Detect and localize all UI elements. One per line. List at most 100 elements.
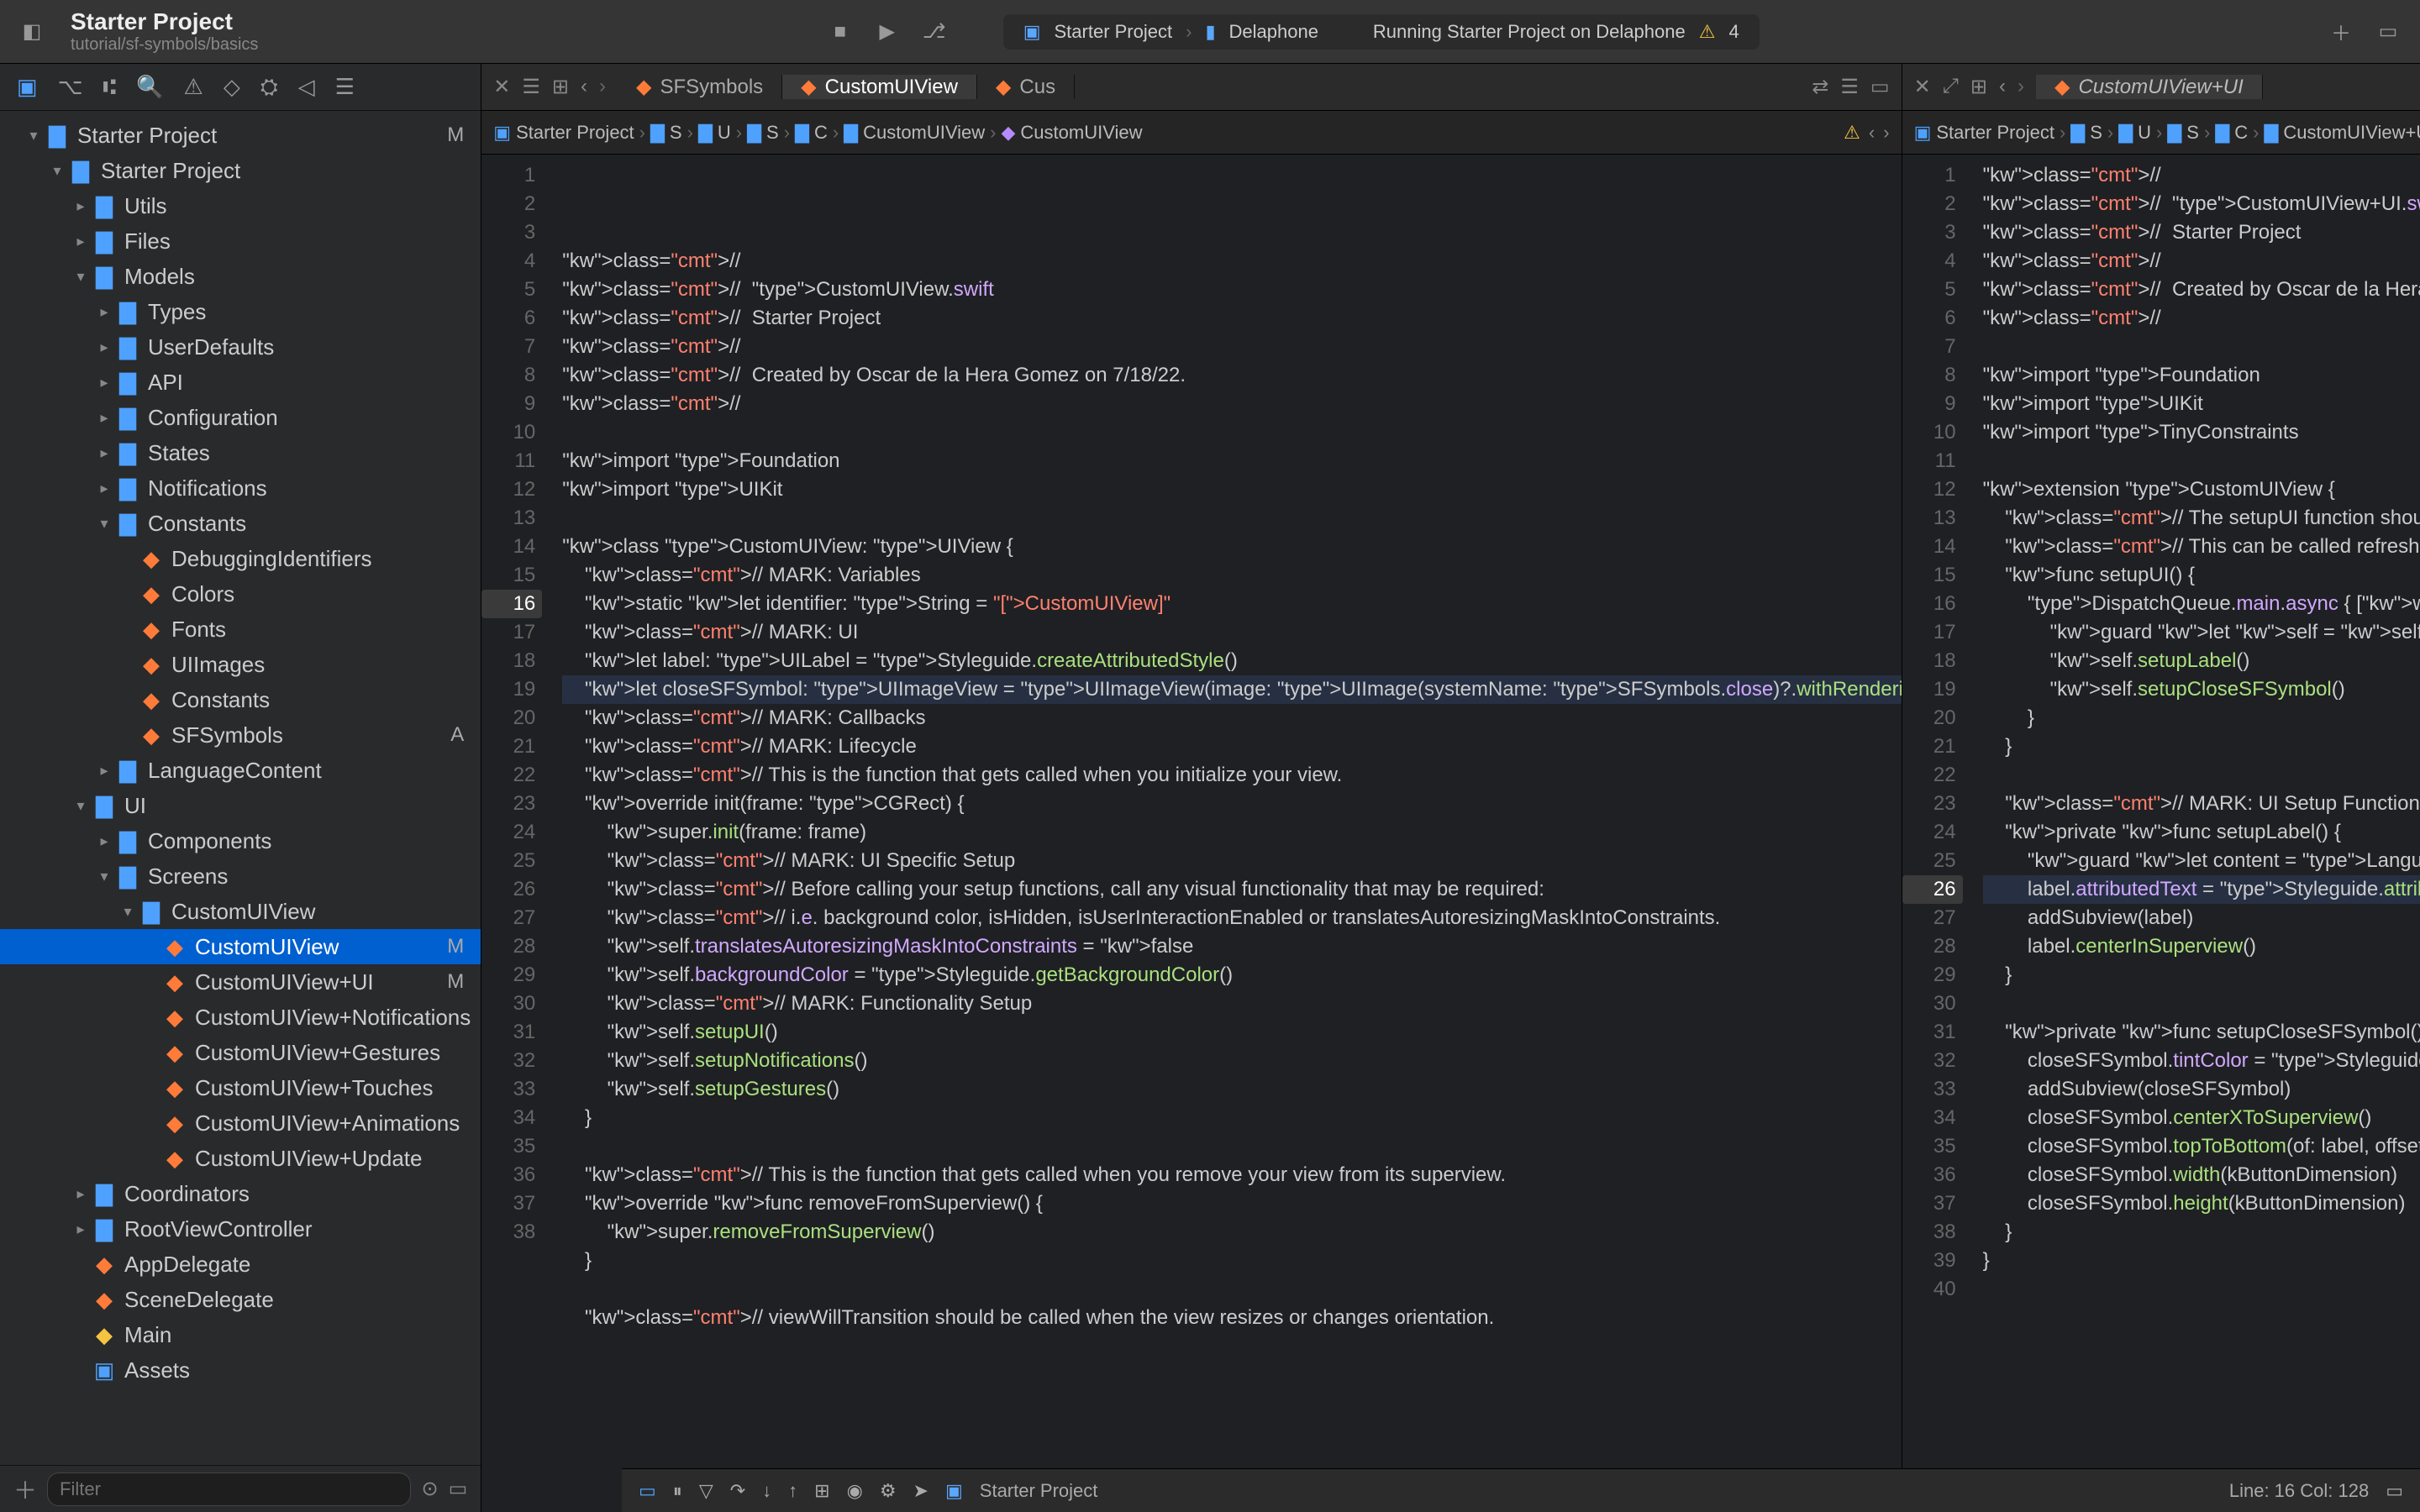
tree-item-api[interactable]: ▸▇API — [0, 365, 481, 400]
tree-item-constants[interactable]: ◆Constants — [0, 682, 481, 717]
code-line[interactable] — [1983, 447, 2420, 475]
code-line[interactable] — [1983, 761, 2420, 790]
line-number[interactable]: 40 — [1902, 1275, 1956, 1304]
code-line[interactable]: "kw">guard "kw">let content = "type">Lan… — [1983, 847, 2420, 875]
code-line[interactable]: "kw">class="cmt">// "type">CustomUIView.… — [562, 276, 1901, 304]
line-number[interactable]: 34 — [481, 1104, 535, 1132]
code-line[interactable]: "kw">class="cmt">// Created by Oscar de … — [562, 361, 1901, 390]
line-number[interactable]: 26 — [481, 875, 535, 904]
breadcrumb-segment[interactable]: ▇ S — [747, 122, 779, 144]
code-line[interactable]: "kw">class="cmt">// MARK: UI Setup Funct… — [1983, 790, 2420, 818]
breadcrumb-segment[interactable]: ▣ Starter Project — [493, 122, 634, 144]
chevron-icon[interactable]: ▾ — [47, 162, 67, 180]
filter-input[interactable] — [47, 1473, 411, 1506]
code-line[interactable] — [562, 418, 1901, 447]
line-number[interactable]: 36 — [1902, 1161, 1956, 1189]
tree-item-uiimages[interactable]: ◆UIImages — [0, 647, 481, 682]
line-number[interactable]: 23 — [1902, 790, 1956, 818]
line-number[interactable]: 37 — [481, 1189, 535, 1218]
nav-forward-icon[interactable]: › — [2018, 75, 2024, 99]
continue-icon[interactable]: ▽ — [699, 1480, 713, 1502]
code-line[interactable]: } — [562, 1247, 1901, 1275]
chevron-icon[interactable]: ▸ — [71, 233, 91, 250]
scm-filter-icon[interactable]: ▭ — [449, 1477, 468, 1501]
code-line[interactable]: "kw">class="cmt">// — [1983, 304, 2420, 333]
test-navigator-icon[interactable]: ◇ — [224, 74, 240, 100]
line-number[interactable]: 20 — [1902, 704, 1956, 732]
line-number[interactable]: 27 — [1902, 904, 1956, 932]
line-number[interactable]: 6 — [481, 304, 535, 333]
line-number[interactable]: 8 — [1902, 361, 1956, 390]
breadcrumb-segment[interactable]: ▇ U — [2118, 122, 2151, 144]
line-number[interactable]: 12 — [1902, 475, 1956, 504]
chevron-icon[interactable]: ▸ — [94, 444, 114, 462]
code-line[interactable]: "kw">class="cmt">// MARK: Callbacks — [562, 704, 1901, 732]
line-number[interactable]: 35 — [1902, 1132, 1956, 1161]
code-line[interactable]: "kw">class="cmt">// "type">CustomUIView+… — [1983, 190, 2420, 218]
tree-item-ui[interactable]: ▾▇UI — [0, 788, 481, 823]
line-number[interactable]: 29 — [1902, 961, 1956, 990]
memory-graph-icon[interactable]: ◉ — [847, 1480, 863, 1502]
nav-back-icon[interactable]: ‹ — [581, 75, 587, 99]
line-number[interactable]: 24 — [481, 818, 535, 847]
tab-cus[interactable]: ◆Cus — [977, 75, 1075, 99]
chevron-icon[interactable]: ▾ — [71, 268, 91, 286]
code-line[interactable]: "kw">class="cmt">// — [562, 333, 1901, 361]
code-line[interactable]: "kw">private "kw">func setupLabel() { — [1983, 818, 2420, 847]
chevron-icon[interactable]: ▾ — [94, 868, 114, 885]
code-line[interactable]: "kw">import "type">UIKit — [562, 475, 1901, 504]
line-number[interactable]: 35 — [481, 1132, 535, 1161]
breadcrumb-segment[interactable]: ▣ Starter Project — [1914, 122, 2054, 144]
code-line[interactable]: "kw">func setupUI() { — [1983, 561, 2420, 590]
report-navigator-icon[interactable]: ☰ — [335, 74, 355, 100]
breadcrumb-segment[interactable]: ▇ S — [2167, 122, 2199, 144]
tab-customuiview-ui[interactable]: ◆ CustomUIView+UI — [2036, 75, 2263, 99]
code-line[interactable]: "kw">class="cmt">// MARK: UI — [562, 618, 1901, 647]
code-line[interactable]: addSubview(label) — [1983, 904, 2420, 932]
nav-forward-icon[interactable]: › — [599, 75, 606, 99]
line-number[interactable]: 19 — [1902, 675, 1956, 704]
code-line[interactable] — [562, 1275, 1901, 1304]
swap-icon[interactable]: ⇄ — [1812, 75, 1828, 99]
line-number[interactable]: 16 — [481, 590, 542, 618]
adjust-editor-icon[interactable]: ▭ — [1870, 75, 1890, 99]
line-number[interactable]: 23 — [481, 790, 535, 818]
tree-item-sfsymbols[interactable]: ◆SFSymbolsA — [0, 717, 481, 753]
location-icon[interactable]: ➤ — [913, 1480, 929, 1502]
code-line[interactable] — [1983, 990, 2420, 1018]
code-line[interactable]: "kw">import "type">Foundation — [1983, 361, 2420, 390]
code-line[interactable]: label.centerInSuperview() — [1983, 932, 2420, 961]
line-number[interactable]: 32 — [481, 1047, 535, 1075]
code-line[interactable] — [562, 1132, 1901, 1161]
code-line[interactable]: closeSFSymbol.centerXToSuperview() — [1983, 1104, 2420, 1132]
grid-icon[interactable]: ⊞ — [1970, 75, 1987, 99]
code-line[interactable]: "kw">class="cmt">// MARK: Functionality … — [562, 990, 1901, 1018]
line-number[interactable]: 8 — [481, 361, 535, 390]
chevron-icon[interactable]: ▸ — [71, 1185, 91, 1203]
line-number[interactable]: 10 — [1902, 418, 1956, 447]
line-number[interactable]: 28 — [1902, 932, 1956, 961]
tree-item-customuiview-animations[interactable]: ◆CustomUIView+Animations — [0, 1105, 481, 1141]
debug-navigator-icon[interactable]: ⛭ — [260, 74, 278, 101]
close-editor-icon[interactable]: ✕ — [1914, 75, 1931, 99]
code-line[interactable]: } — [1983, 961, 2420, 990]
line-number[interactable]: 25 — [1902, 847, 1956, 875]
tree-item-states[interactable]: ▸▇States — [0, 435, 481, 470]
code-line[interactable]: "kw">private "kw">func setupCloseSFSymbo… — [1983, 1018, 2420, 1047]
code-line[interactable]: "kw">extension "type">CustomUIView { — [1983, 475, 2420, 504]
line-number[interactable]: 1 — [1902, 161, 1956, 190]
debug-toggle-icon[interactable]: ▭ — [639, 1480, 656, 1502]
line-number[interactable]: 31 — [481, 1018, 535, 1047]
chevron-icon[interactable]: ▸ — [94, 303, 114, 321]
code-line[interactable]: closeSFSymbol.topToBottom(of: label, off… — [1983, 1132, 2420, 1161]
add-file-button[interactable]: ＋ — [13, 1473, 37, 1506]
code-line[interactable] — [562, 504, 1901, 533]
code-line[interactable]: "kw">self.setupLabel() — [1983, 647, 2420, 675]
line-number[interactable]: 13 — [1902, 504, 1956, 533]
tree-item-components[interactable]: ▸▇Components — [0, 823, 481, 858]
run-button[interactable]: ▶ — [872, 17, 902, 47]
line-number[interactable]: 5 — [481, 276, 535, 304]
library-button[interactable]: ▭ — [2373, 17, 2403, 47]
breadcrumb-segment[interactable]: ▇ CustomUIView — [844, 122, 985, 144]
line-number[interactable]: 28 — [481, 932, 535, 961]
